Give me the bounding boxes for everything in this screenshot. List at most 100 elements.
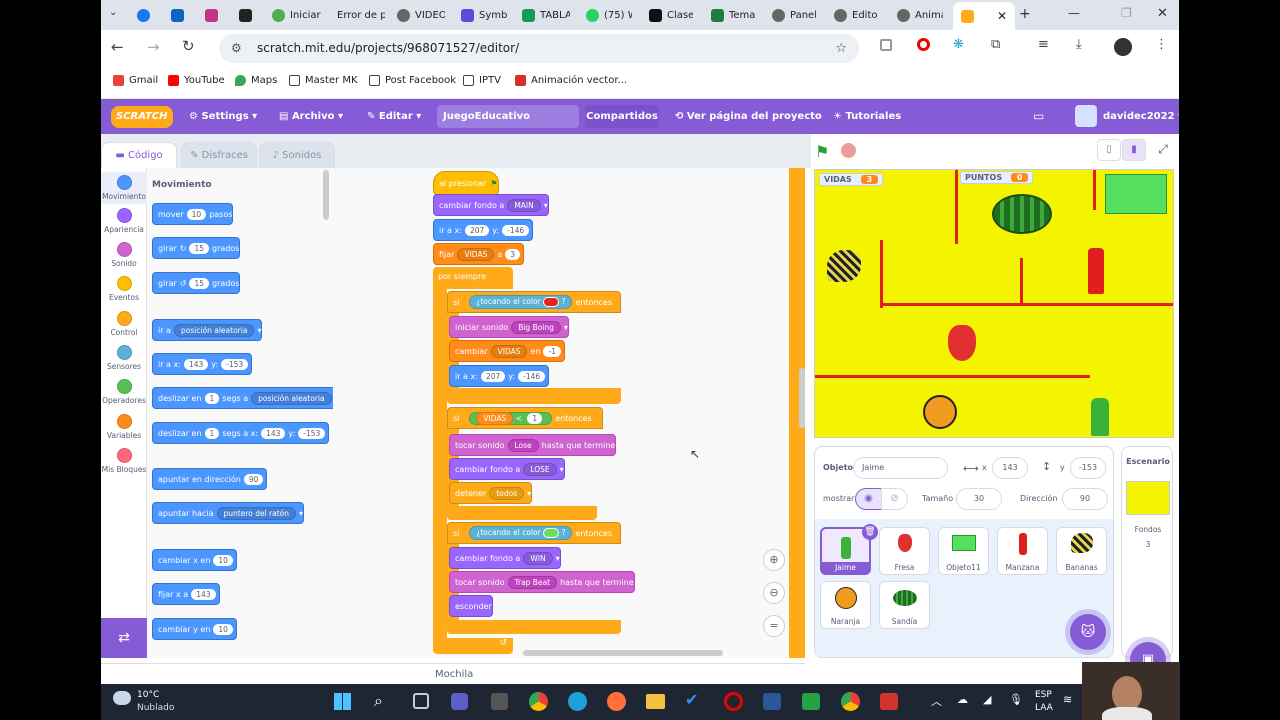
delete-sprite-icon[interactable]: 🗑 [862,524,878,540]
file-menu[interactable]: ▤ Archivo ▾ [279,99,343,134]
block-if-touching-color[interactable]: si ¿tocando el color ? entonces [447,522,621,544]
category-my-blocks[interactable]: Mis Bloques [101,448,147,474]
palette-scrollbar[interactable] [323,170,329,220]
block-play-sound-until-done[interactable]: tocar sonido Trap Beat hasta que termine [449,571,635,593]
block-dropdown[interactable]: puntero del ratón [216,506,297,520]
block-input[interactable]: -146 [502,224,530,236]
tab-whatsapp[interactable]: (75) W [586,4,632,26]
sprite-thumb-fresa[interactable]: Fresa [879,527,930,575]
tab-tabla[interactable]: TABLA [522,4,570,26]
language-label[interactable]: ESP [1035,690,1052,700]
app-icon[interactable] [802,693,820,710]
keyboard-layout-label[interactable]: LAA [1035,703,1053,713]
block-forever[interactable]: por siempre [433,267,513,289]
tab-editor[interactable]: Editor [834,4,878,26]
category-sound[interactable]: Sonido [101,242,147,268]
stop-icon[interactable] [841,143,856,158]
zoom-in-icon[interactable]: ⊕ [763,549,785,571]
block-input[interactable]: -153 [298,427,326,439]
add-sprite-cat-icon[interactable]: 🐱 [1070,614,1106,650]
url-field[interactable]: ⚙ scratch.mit.edu/projects/968071527/edi… [219,34,859,63]
block-stop[interactable]: detener todos ▾ [449,482,533,504]
operator-less-than[interactable]: VIDAS < 1 [469,411,553,425]
back-icon[interactable]: ← [111,38,124,56]
search-icon[interactable]: ⌕ [374,691,383,711]
tab-instagram[interactable] [205,4,225,26]
block-input[interactable]: 15 [189,277,210,289]
block-when-flag-clicked[interactable]: al presionar ⚑ [433,171,499,195]
block-input[interactable]: 10 [213,554,233,566]
block-input[interactable]: 1 [204,427,220,439]
speaker-icon[interactable]: ◢ [983,693,991,706]
block-input[interactable]: 207 [464,224,490,236]
color-swatch[interactable] [543,297,560,307]
tab-linkedin[interactable] [171,4,191,26]
sprite-thumb-bananas[interactable]: Bananas [1056,527,1107,575]
tab-code[interactable]: ▬ Código [101,142,177,169]
block-input[interactable]: -1 [543,345,561,357]
cast-icon[interactable] [880,39,892,51]
download-icon[interactable]: ⤓ [1076,37,1082,52]
share-button[interactable]: Compartidos [585,105,659,128]
block-glide[interactable]: deslizar en 1 segs a posición aleatoria [152,387,333,409]
block-change-variable[interactable]: cambiar VIDAS en -1 [449,340,565,362]
block-start-sound[interactable]: iniciar sonido Big Boing ▾ [449,316,569,338]
block-if-touching-color[interactable]: si ¿tocando el color ? entonces [447,291,621,313]
size-input[interactable]: 30 [956,488,1002,510]
block-if-lives-less[interactable]: si VIDAS < 1 entonces [447,407,603,429]
chrome-icon[interactable] [529,692,548,711]
block-dropdown[interactable]: Big Boing [511,320,561,334]
block-dropdown[interactable]: VIDAS [490,344,528,358]
bookmark-star-icon[interactable]: ☆ [835,34,847,63]
sensing-touching-color[interactable]: ¿tocando el color ? [469,526,573,540]
firefox-icon[interactable] [607,692,626,711]
tab-error[interactable]: Error de pr [337,4,385,26]
see-project-page-button[interactable]: ⟲ Ver página del proyecto [675,99,822,134]
block-play-sound-until-done[interactable]: tocar sonido Lose hasta que termine [449,434,617,456]
bookmark-animacion[interactable]: Animación vector... [515,75,627,86]
word-icon[interactable] [763,693,781,710]
add-extension-button[interactable]: ⇄ [101,618,147,658]
bookmark-gmail[interactable]: Gmail [113,75,158,86]
sensing-touching-color[interactable]: ¿tocando el color ? [469,295,573,309]
block-dropdown[interactable]: Trap Beat [507,575,558,589]
workspace-scrollbar-h[interactable] [523,650,723,656]
category-operators[interactable]: Operadores [101,379,147,405]
close-tab-icon[interactable]: ✕ [997,9,1007,23]
microphone-icon[interactable]: 🎙 [1009,693,1023,706]
stage-canvas[interactable]: VIDAS 3 PUNTOS 0 [814,169,1174,438]
block-input[interactable]: 3 [505,248,521,260]
show-eye-icon[interactable]: ◉ [855,488,882,510]
bookmark-iptv[interactable]: IPTV [463,75,501,86]
block-input[interactable]: 143 [261,427,286,439]
block-switch-backdrop[interactable]: cambiar fondo a LOSE ▾ [449,458,565,480]
block-dropdown[interactable]: todos [489,486,525,500]
category-events[interactable]: Eventos [101,276,147,302]
block-dropdown[interactable]: posición aleatoria [173,323,255,337]
block-input[interactable]: 10 [213,623,233,635]
block-dropdown[interactable]: Lose [507,438,539,452]
tab-perplexity[interactable] [239,4,259,26]
wifi-icon[interactable]: ≋ [1063,693,1072,706]
project-title-input[interactable]: JuegoEducativo [437,105,579,128]
more-menu-icon[interactable]: ⋮ [1155,37,1168,52]
block-dropdown[interactable]: posición aleatoria [251,391,332,405]
network-icon[interactable]: ☁ [957,693,968,706]
forward-icon[interactable]: → [147,38,160,56]
app-icon[interactable] [491,693,508,710]
block-input[interactable]: 1 [527,412,543,424]
small-stage-icon[interactable]: ▯ [1097,139,1121,161]
new-tab-icon[interactable]: + [1019,6,1031,22]
tab-scratch-active[interactable]: ✕ [953,2,1015,30]
block-input[interactable]: 207 [480,370,506,382]
block-turn-right[interactable]: girar ↻ 15 grados [152,237,241,259]
tab-anima[interactable]: Anima [897,4,943,26]
tab-video[interactable]: VIDEO [397,4,445,26]
block-goto-xy[interactable]: ir a x: 207 y: -146 [449,365,550,387]
hide-eye-icon[interactable]: ⊘ [881,488,908,510]
category-variables[interactable]: Variables [101,414,147,440]
block-input[interactable]: 1 [204,392,220,404]
block-input[interactable]: 143 [191,588,216,600]
sprite-thumb-naranja[interactable]: Naranja [820,581,871,629]
sprite-thumb-sandia[interactable]: Sandía [879,581,930,629]
